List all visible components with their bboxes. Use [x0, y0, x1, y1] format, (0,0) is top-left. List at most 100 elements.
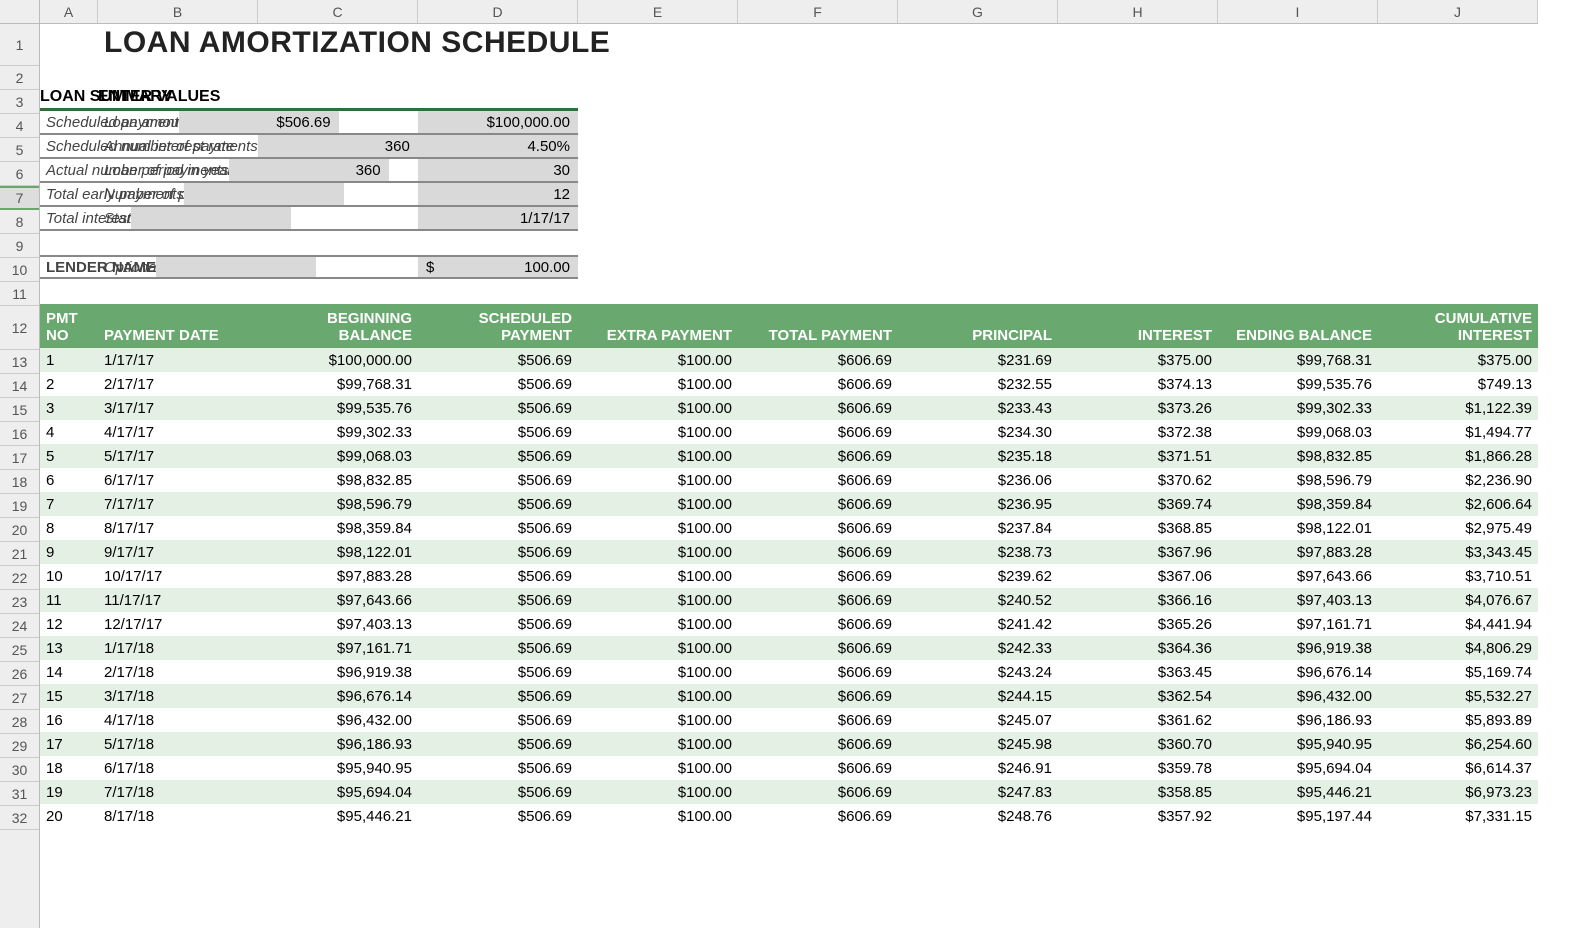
table-cell[interactable]: $506.69: [418, 492, 578, 516]
table-row[interactable]: 44/17/17$99,302.33$506.69$100.00$606.69$…: [40, 420, 1538, 444]
table-cell[interactable]: $98,359.84: [258, 516, 418, 540]
table-row[interactable]: 197/17/18$95,694.04$506.69$100.00$606.69…: [40, 780, 1538, 804]
row-header-30[interactable]: 30: [0, 758, 39, 782]
table-cell[interactable]: $100.00: [578, 372, 738, 396]
table-cell[interactable]: $4,441.94: [1378, 612, 1538, 636]
table-row[interactable]: 22/17/17$99,768.31$506.69$100.00$606.69$…: [40, 372, 1538, 396]
table-cell[interactable]: $248.76: [898, 804, 1058, 828]
table-cell[interactable]: $367.96: [1058, 540, 1218, 564]
table-cell[interactable]: 19: [40, 780, 98, 804]
table-cell[interactable]: $100.00: [578, 492, 738, 516]
table-cell[interactable]: $370.62: [1058, 468, 1218, 492]
table-cell[interactable]: $98,832.85: [258, 468, 418, 492]
row-header-18[interactable]: 18: [0, 470, 39, 494]
table-row[interactable]: 77/17/17$98,596.79$506.69$100.00$606.69$…: [40, 492, 1538, 516]
table-cell[interactable]: $97,883.28: [258, 564, 418, 588]
table-cell[interactable]: $359.78: [1058, 756, 1218, 780]
table-row[interactable]: 131/17/18$97,161.71$506.69$100.00$606.69…: [40, 636, 1538, 660]
table-cell[interactable]: $97,883.28: [1218, 540, 1378, 564]
row-header-29[interactable]: 29: [0, 734, 39, 758]
table-cell[interactable]: $99,068.03: [258, 444, 418, 468]
table-cell[interactable]: $606.69: [738, 732, 898, 756]
table-cell[interactable]: $100.00: [578, 540, 738, 564]
table-cell[interactable]: $97,403.13: [1218, 588, 1378, 612]
table-cell[interactable]: $506.69: [418, 348, 578, 372]
table-cell[interactable]: $235.18: [898, 444, 1058, 468]
table-row[interactable]: 1010/17/17$97,883.28$506.69$100.00$606.6…: [40, 564, 1538, 588]
table-cell[interactable]: $100.00: [578, 756, 738, 780]
table-cell[interactable]: $506.69: [418, 564, 578, 588]
table-cell[interactable]: $4,076.67: [1378, 588, 1538, 612]
table-cell[interactable]: $606.69: [738, 396, 898, 420]
table-cell[interactable]: $1,122.39: [1378, 396, 1538, 420]
table-cell[interactable]: $100.00: [578, 348, 738, 372]
spreadsheet-area[interactable]: LOAN AMORTIZATION SCHEDULE ENTER VALUES …: [40, 24, 1582, 928]
row-header-5[interactable]: 5: [0, 138, 39, 162]
table-cell[interactable]: $241.42: [898, 612, 1058, 636]
table-cell[interactable]: 3: [40, 396, 98, 420]
table-cell[interactable]: $606.69: [738, 564, 898, 588]
table-cell[interactable]: $100.00: [578, 780, 738, 804]
row-header-1[interactable]: 1: [0, 24, 39, 66]
table-cell[interactable]: 18: [40, 756, 98, 780]
table-cell[interactable]: $100.00: [578, 468, 738, 492]
row-header-8[interactable]: 8: [0, 210, 39, 234]
table-cell[interactable]: $506.69: [418, 468, 578, 492]
table-cell[interactable]: $2,975.49: [1378, 516, 1538, 540]
table-cell[interactable]: $96,919.38: [1218, 636, 1378, 660]
table-cell[interactable]: 4/17/17: [98, 420, 258, 444]
optional-extra-value[interactable]: $ 100.00: [418, 257, 578, 277]
table-cell[interactable]: $100.00: [578, 636, 738, 660]
row-header-16[interactable]: 16: [0, 422, 39, 446]
table-cell[interactable]: $96,676.14: [1218, 660, 1378, 684]
table-cell[interactable]: $99,302.33: [258, 420, 418, 444]
table-cell[interactable]: $97,643.66: [258, 588, 418, 612]
table-cell[interactable]: $95,694.04: [1218, 756, 1378, 780]
table-cell[interactable]: $100.00: [578, 444, 738, 468]
table-cell[interactable]: $606.69: [738, 708, 898, 732]
table-cell[interactable]: $749.13: [1378, 372, 1538, 396]
col-header-H[interactable]: H: [1058, 0, 1218, 23]
table-cell[interactable]: 20: [40, 804, 98, 828]
table-row[interactable]: 66/17/17$98,832.85$506.69$100.00$606.69$…: [40, 468, 1538, 492]
table-cell[interactable]: $95,694.04: [258, 780, 418, 804]
table-cell[interactable]: $506.69: [418, 780, 578, 804]
table-cell[interactable]: $237.84: [898, 516, 1058, 540]
row-header-23[interactable]: 23: [0, 590, 39, 614]
table-cell[interactable]: 2: [40, 372, 98, 396]
row-header-2[interactable]: 2: [0, 66, 39, 90]
table-cell[interactable]: $246.91: [898, 756, 1058, 780]
table-cell[interactable]: 11/17/17: [98, 588, 258, 612]
row-header-12[interactable]: 12: [0, 306, 39, 350]
table-cell[interactable]: $97,161.71: [258, 636, 418, 660]
table-cell[interactable]: $362.54: [1058, 684, 1218, 708]
table-cell[interactable]: $606.69: [738, 420, 898, 444]
table-cell[interactable]: $363.45: [1058, 660, 1218, 684]
row-header-17[interactable]: 17: [0, 446, 39, 470]
table-cell[interactable]: $369.74: [1058, 492, 1218, 516]
row-header-20[interactable]: 20: [0, 518, 39, 542]
table-cell[interactable]: 4: [40, 420, 98, 444]
col-header-A[interactable]: A: [40, 0, 98, 23]
table-cell[interactable]: $506.69: [418, 684, 578, 708]
table-cell[interactable]: $606.69: [738, 684, 898, 708]
table-cell[interactable]: $97,403.13: [258, 612, 418, 636]
param-value[interactable]: 1/17/17: [418, 207, 578, 229]
table-cell[interactable]: $364.36: [1058, 636, 1218, 660]
param-value[interactable]: 12: [418, 183, 578, 205]
table-cell[interactable]: $506.69: [418, 396, 578, 420]
table-cell[interactable]: $96,676.14: [258, 684, 418, 708]
table-cell[interactable]: $99,535.76: [258, 396, 418, 420]
table-cell[interactable]: $100.00: [578, 684, 738, 708]
table-cell[interactable]: $506.69: [418, 540, 578, 564]
table-cell[interactable]: $5,169.74: [1378, 660, 1538, 684]
table-cell[interactable]: $95,940.95: [1218, 732, 1378, 756]
table-cell[interactable]: $606.69: [738, 660, 898, 684]
table-cell[interactable]: $606.69: [738, 468, 898, 492]
table-cell[interactable]: 3/17/17: [98, 396, 258, 420]
col-header-J[interactable]: J: [1378, 0, 1538, 23]
row-header-27[interactable]: 27: [0, 686, 39, 710]
table-cell[interactable]: 11: [40, 588, 98, 612]
table-row[interactable]: 11/17/17$100,000.00$506.69$100.00$606.69…: [40, 348, 1538, 372]
table-cell[interactable]: $98,832.85: [1218, 444, 1378, 468]
